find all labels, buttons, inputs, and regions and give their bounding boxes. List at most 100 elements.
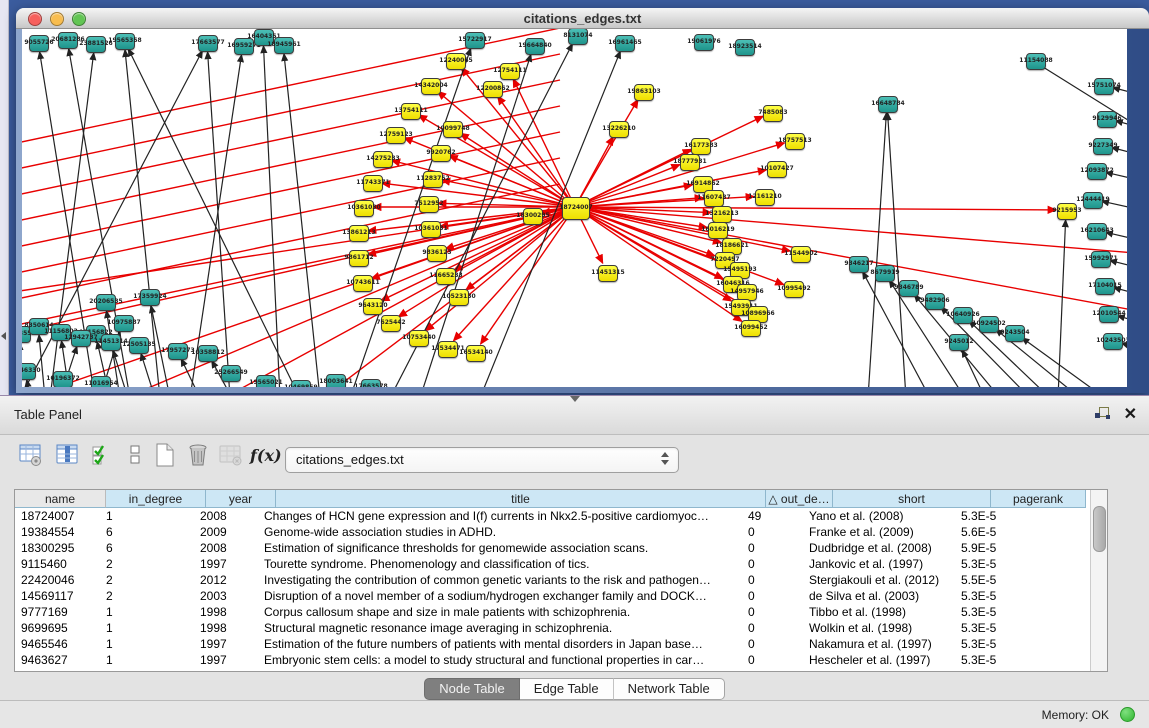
- graph-node[interactable]: 9482906: [925, 293, 945, 310]
- table-cell[interactable]: 1: [100, 604, 194, 620]
- graph-node[interactable]: 18300295: [523, 208, 543, 225]
- table-cell[interactable]: 5.3E-5: [955, 508, 1044, 524]
- graph-node[interactable]: 16177383: [691, 138, 711, 155]
- table-cell[interactable]: 19384554: [15, 524, 100, 540]
- tab-node-table[interactable]: Node Table: [424, 678, 520, 700]
- table-cell[interactable]: Tibbo et al. (1998): [803, 604, 955, 620]
- graph-node[interactable]: 16961465: [615, 35, 635, 52]
- table-cell[interactable]: 2: [100, 588, 194, 604]
- graph-node[interactable]: 18757513: [785, 133, 805, 150]
- graph-node[interactable]: 7512952: [419, 196, 439, 213]
- table-cell[interactable]: Estimation of the future numbers of pati…: [258, 636, 742, 652]
- graph-node[interactable]: 16210643: [1087, 223, 1107, 240]
- graph-node[interactable]: 9346217: [849, 256, 869, 273]
- graph-node[interactable]: 7625442: [381, 315, 401, 332]
- graph-node[interactable]: 9861712: [349, 250, 369, 267]
- table-cell[interactable]: 2012: [194, 572, 258, 588]
- graph-node[interactable]: 8131074: [568, 29, 588, 45]
- table-cell[interactable]: 5.9E-5: [955, 540, 1044, 556]
- column-header-name[interactable]: name: [15, 490, 106, 508]
- table-cell[interactable]: Nakamura et al. (1997): [803, 636, 955, 652]
- table-cell[interactable]: 1998: [194, 620, 258, 636]
- graph-node[interactable]: 12759123: [386, 127, 406, 144]
- table-select-dropdown[interactable]: citations_edges.txt: [285, 447, 679, 473]
- show-columns-icon[interactable]: [55, 442, 85, 474]
- graph-node[interactable]: 10523130: [449, 289, 469, 306]
- graph-node[interactable]: 20206535: [96, 294, 116, 311]
- graph-node[interactable]: 10243503: [1103, 333, 1123, 350]
- column-header-year[interactable]: year: [206, 490, 276, 508]
- table-cell[interactable]: 0: [742, 636, 803, 652]
- table-cell[interactable]: 5.3E-5: [955, 652, 1044, 668]
- graph-node[interactable]: 14275233: [373, 151, 393, 168]
- table-row[interactable]: 946554611997Estimation of the future num…: [15, 636, 1089, 652]
- table-row[interactable]: 946362711997Embryonic stem cells: a mode…: [15, 652, 1089, 668]
- tab-edge-table[interactable]: Edge Table: [520, 678, 614, 700]
- graph-node[interactable]: 15751074: [1094, 78, 1114, 95]
- graph-node[interactable]: 14957946: [737, 284, 757, 301]
- table-cell[interactable]: 5.3E-5: [955, 636, 1044, 652]
- graph-node[interactable]: 19565021: [256, 375, 276, 388]
- graph-node[interactable]: 9920762: [431, 145, 451, 162]
- table-row[interactable]: 969969511998Structural magnetic resonanc…: [15, 620, 1089, 636]
- table-cell[interactable]: 1: [100, 620, 194, 636]
- table-cell[interactable]: Investigating the contribution of common…: [258, 572, 742, 588]
- table-cell[interactable]: 6: [100, 524, 194, 540]
- graph-node[interactable]: 9055726: [29, 35, 49, 52]
- table-cell[interactable]: 2008: [194, 540, 258, 556]
- graph-node[interactable]: 12240065: [446, 53, 466, 70]
- table-cell[interactable]: Jankovic et al. (1997): [803, 556, 955, 572]
- graph-node[interactable]: 25266549: [221, 365, 241, 382]
- row-height-icon[interactable]: [122, 442, 152, 474]
- graph-node[interactable]: 19664840: [525, 38, 545, 55]
- graph-node[interactable]: 11451315: [598, 265, 618, 282]
- graph-node[interactable]: 18777931: [680, 154, 700, 171]
- table-cell[interactable]: 22420046: [15, 572, 100, 588]
- graph-node[interactable]: 9836123: [427, 245, 447, 262]
- graph-node[interactable]: 11743371: [363, 175, 383, 192]
- network-canvas[interactable]: 1872400790557262068128623881526195653581…: [22, 29, 1127, 387]
- graph-node[interactable]: 10358812: [198, 345, 218, 362]
- table-cell[interactable]: Disruption of a novel member of a sodium…: [258, 588, 742, 604]
- network-graph[interactable]: 1872400790557262068128623881526195653581…: [22, 29, 1127, 387]
- table-cell[interactable]: 1998: [194, 604, 258, 620]
- graph-node[interactable]: 10361030: [354, 200, 374, 217]
- table-cell[interactable]: 0: [742, 604, 803, 620]
- table-cell[interactable]: 1: [100, 508, 194, 524]
- graph-node[interactable]: 9245012: [949, 334, 969, 351]
- graph-node[interactable]: 11665233: [436, 268, 456, 285]
- table-settings-icon[interactable]: [18, 442, 48, 474]
- table-cell[interactable]: 1: [100, 652, 194, 668]
- table-cell[interactable]: Embryonic stem cells: a model to study s…: [258, 652, 742, 668]
- network-window-titlebar[interactable]: citations_edges.txt: [16, 8, 1149, 29]
- graph-node[interactable]: 16648784: [878, 96, 898, 113]
- graph-node[interactable]: 17957273: [168, 343, 188, 360]
- table-cell[interactable]: 9777169: [15, 604, 100, 620]
- table-cell[interactable]: 5.3E-5: [955, 588, 1044, 604]
- table-cell[interactable]: 0: [742, 572, 803, 588]
- graph-node[interactable]: 19565358: [115, 33, 135, 50]
- graph-node[interactable]: 10640926: [953, 307, 973, 324]
- table-cell[interactable]: Estimation of significance thresholds fo…: [258, 540, 742, 556]
- table-cell[interactable]: 2009: [194, 524, 258, 540]
- graph-node[interactable]: 11451314: [101, 334, 121, 351]
- table-cell[interactable]: Genome-wide association studies in ADHD.: [258, 524, 742, 540]
- graph-node[interactable]: 12942737: [71, 330, 91, 347]
- column-header-pagerank[interactable]: pagerank: [991, 490, 1086, 508]
- table-cell[interactable]: 0: [742, 540, 803, 556]
- graph-node[interactable]: 16016219: [708, 222, 728, 239]
- graph-node[interactable]: 10975887: [114, 315, 134, 332]
- graph-node[interactable]: 12505135: [129, 337, 149, 354]
- table-cell[interactable]: Yano et al. (2008): [803, 508, 955, 524]
- table-row[interactable]: 1938455462009Genome-wide association stu…: [15, 524, 1089, 540]
- table-cell[interactable]: Dudbridge et al. (2008): [803, 540, 955, 556]
- graph-node[interactable]: 11544902: [791, 246, 811, 263]
- graph-node[interactable]: 10196372: [53, 371, 73, 388]
- graph-node[interactable]: 17359924: [140, 289, 160, 306]
- table-cell[interactable]: 6: [100, 540, 194, 556]
- graph-node[interactable]: 9227349: [1093, 138, 1113, 155]
- table-grid[interactable]: namein_degreeyeartitle△ out_de…shortpage…: [15, 490, 1089, 671]
- graph-node[interactable]: 8679919: [875, 265, 895, 282]
- table-cell[interactable]: 9465546: [15, 636, 100, 652]
- table-cell[interactable]: Wolkin et al. (1998): [803, 620, 955, 636]
